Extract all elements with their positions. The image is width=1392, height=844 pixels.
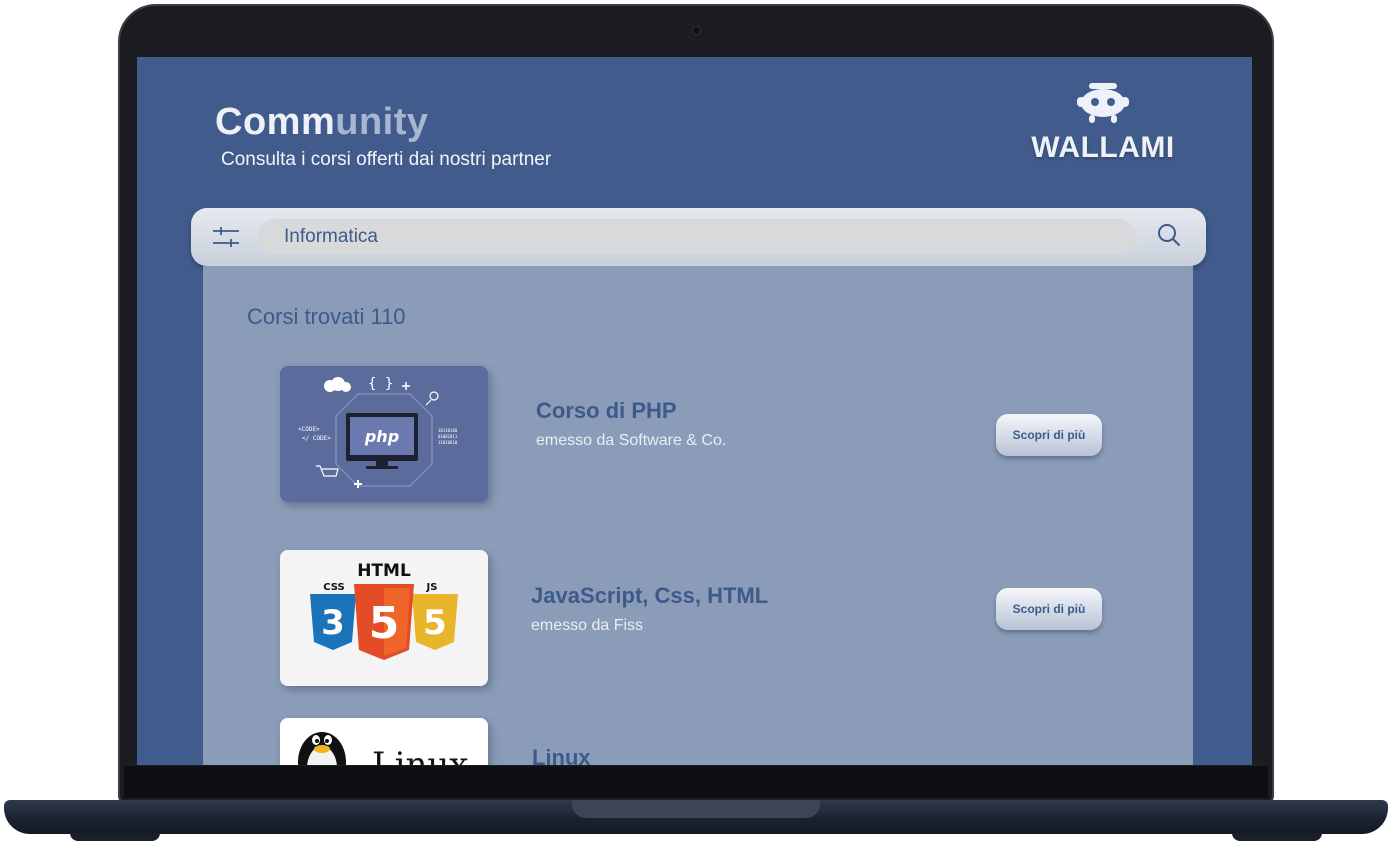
php-illustration-icon: php { } <CODE> </ CODE> 10110100 0100101… [280,366,488,502]
laptop-foot-right [1232,833,1322,841]
course-card-linux: Linux Linux [203,718,1193,765]
brand-name: WALLAMI [1031,131,1175,164]
laptop-foot-left [70,833,160,841]
page-title-fade: unity [335,101,429,143]
discover-more-button[interactable]: Scopri di più [996,414,1102,456]
svg-text:5: 5 [423,603,447,643]
results-panel: Corsi trovati 110 php { } <CODE> </ CODE… [203,266,1193,765]
app-screen: Community Consulta i corsi offerti dai n… [137,57,1252,765]
course-title[interactable]: Corso di PHP [536,398,677,424]
svg-text:11010010: 11010010 [438,440,458,445]
course-thumbnail-web[interactable]: HTML CSS JS 3 5 5 [280,550,488,686]
svg-text:<CODE>: <CODE> [298,426,320,433]
page-title-main: Comm [215,101,336,143]
course-title[interactable]: JavaScript, Css, HTML [531,583,768,609]
search-input[interactable] [258,219,1136,254]
course-issuer: emesso da Software & Co. [536,432,727,449]
svg-text:5: 5 [369,598,400,649]
page-subtitle: Consulta i corsi offerti dai nostri part… [221,149,552,170]
php-label: php [364,427,399,446]
course-thumbnail-php[interactable]: php { } <CODE> </ CODE> 10110100 0100101… [280,366,488,502]
svg-text:3: 3 [321,603,345,643]
css-label: CSS [323,582,344,593]
svg-text:</ CODE>: </ CODE> [302,435,331,442]
laptop-notch [572,800,820,818]
html-label: HTML [357,561,411,581]
search-bar [191,208,1206,266]
svg-text:01001011: 01001011 [438,434,458,439]
course-thumbnail-linux[interactable]: Linux [280,718,488,765]
svg-text:{ }: { } [368,376,393,392]
js-label: JS [426,582,438,593]
course-card-web: HTML CSS JS 3 5 5 JavaScript, Css, HTML … [203,550,1193,690]
html5-css3-js-logos-icon: HTML CSS JS 3 5 5 [280,550,488,686]
discover-more-button[interactable]: Scopri di più [996,588,1102,630]
course-issuer: emesso da Fiss [531,617,644,634]
tux-penguin-icon: Linux [280,718,488,765]
screen-bezel-bottom [124,766,1268,798]
linux-logo-text: Linux [372,745,468,765]
svg-text:10110100: 10110100 [438,428,458,433]
results-count: Corsi trovati 110 [247,304,406,329]
course-card-php: php { } <CODE> </ CODE> 10110100 0100101… [203,366,1193,506]
course-title[interactable]: Linux [532,745,591,765]
camera-icon [692,26,701,35]
magnifier-icon[interactable] [1156,222,1182,248]
robot-mascot-icon [1077,83,1129,123]
sliders-icon[interactable] [211,224,241,250]
brand-logo[interactable]: WALLAMI [1030,83,1176,165]
page-title: Community [215,101,429,144]
